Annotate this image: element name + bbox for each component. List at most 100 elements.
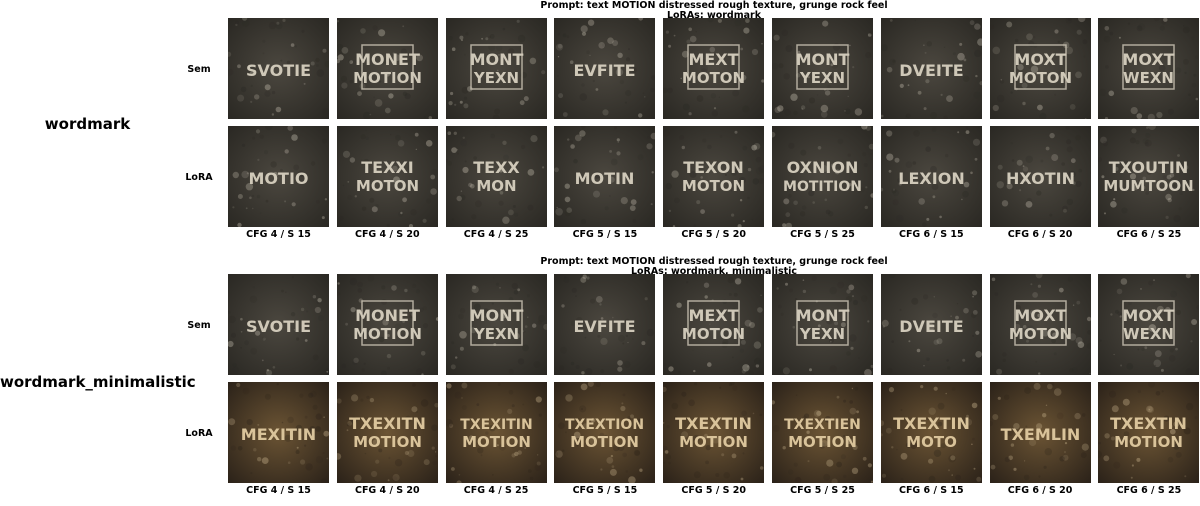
image-text-line: MEXT	[689, 306, 739, 325]
sample-image: DVEITE	[880, 274, 982, 375]
image-text-line: MUMTOON	[1104, 177, 1194, 195]
sample-image: MOXT WEXN	[1098, 18, 1200, 119]
sample-image: MOTIN	[554, 126, 656, 227]
image-text-line: WEXN	[1123, 69, 1174, 87]
sample-image: MONT YEXN	[445, 18, 547, 119]
sample-image: MOXT WEXN	[1098, 274, 1200, 375]
sample-image: SVOTIE	[228, 18, 329, 119]
image-text-line: MONT	[469, 306, 523, 325]
image-text-line: MEXT	[689, 50, 739, 69]
sample-image: TXEXTION MOTION	[554, 382, 656, 483]
sample-image: MEXITIN	[228, 382, 329, 483]
image-text-line: TXOUTIN	[1109, 158, 1189, 177]
image-text-line: MOTO	[906, 433, 957, 451]
image-text-line: YEXN	[799, 69, 845, 87]
column-label: CFG 6 / S 15	[898, 229, 964, 240]
image-text-line: TXEXTIN	[1111, 414, 1188, 433]
image-text-line: LEXION	[898, 169, 964, 188]
image-text-line: MOXT	[1123, 50, 1175, 69]
column-label: CFG 5 / S 20	[681, 229, 746, 240]
image-text-line: MOXT	[1123, 306, 1175, 325]
sample-image: TXEXITN MOTION	[336, 382, 438, 483]
image-text-line: EVFITE	[574, 61, 636, 80]
column-label: CFG 5 / S 25	[790, 485, 855, 496]
group-label: wordmark_minimalistic	[0, 373, 196, 391]
column-label: CFG 6 / S 25	[1116, 229, 1182, 240]
image-text-line: MOTION	[353, 325, 422, 343]
image-text-line: TXEXTION	[565, 417, 644, 433]
image-text-line: MOTON	[682, 69, 745, 87]
image-text-line: MOTON	[1008, 325, 1071, 343]
image-text-line: TXEXTIN	[675, 414, 752, 433]
image-text-line: MOTION	[570, 433, 639, 451]
sample-image: SVOTIE	[228, 274, 329, 375]
column-label: CFG 5 / S 20	[681, 485, 746, 496]
row-label-sem: Sem	[187, 64, 211, 75]
column-label: CFG 4 / S 20	[354, 485, 420, 496]
column-label: CFG 4 / S 20	[354, 229, 420, 240]
group-wordmark_minimalistic: wordmark_minimalistic Prompt: text MOTION…	[0, 256, 1200, 506]
image-text-line: YEXN	[472, 325, 518, 343]
image-text-line: TXEMLIN	[1000, 425, 1080, 444]
image-text-line: TEXXI	[361, 158, 413, 177]
sample-image: EVFITE	[554, 18, 656, 119]
image-text-line: YEXN	[472, 69, 518, 87]
sample-image: TXOUTIN MUMTOON	[1098, 126, 1200, 227]
sample-image: TXEMLIN	[989, 382, 1091, 483]
column-label: CFG 6 / S 20	[1007, 485, 1073, 496]
row-label-lora: LoRA	[185, 428, 213, 439]
image-text-line: MOTON	[682, 177, 745, 195]
column-label: CFG 6 / S 15	[898, 485, 964, 496]
image-text-line: MOTION	[788, 433, 857, 451]
image-text-line: DVEITE	[899, 61, 963, 80]
image-text-line: MOTION	[353, 433, 422, 451]
sample-image: MOXT MOTON	[989, 274, 1091, 375]
column-label: CFG 5 / S 25	[790, 229, 855, 240]
image-text-line: MOTON	[682, 325, 745, 343]
image-text-line: SVOTIE	[246, 317, 311, 336]
sample-image: OXNION MOTITION	[772, 126, 873, 227]
sample-image: MEXT MOTON	[663, 274, 765, 375]
image-text-line: MOXT	[1014, 50, 1066, 69]
image-text-line: TEXX	[473, 158, 520, 177]
image-text-line: TXEXTIN	[893, 414, 970, 433]
sample-image: TXEXTIN MOTO	[880, 382, 982, 483]
sample-image: TEXXI MOTON	[336, 126, 438, 227]
sample-image: TXEXTIEN MOTION	[772, 382, 873, 483]
image-text-line: TXEXITN	[349, 414, 426, 433]
image-text-line: MOTION	[1114, 433, 1183, 451]
column-label: CFG 6 / S 25	[1116, 485, 1182, 496]
row-label-sem: Sem	[187, 320, 211, 331]
group-wordmark: wordmark Prompt: text MOTION distressed r…	[0, 0, 1200, 250]
sample-image: EVFITE	[554, 274, 656, 375]
sample-image: DVEITE	[880, 18, 982, 119]
image-text-line: SVOTIE	[246, 61, 311, 80]
sample-image: TXEXITIN MOTION	[445, 382, 547, 483]
column-label: CFG 4 / S 25	[463, 485, 529, 496]
image-text-line: MONT	[469, 50, 523, 69]
sample-image: MONET MOTION	[336, 18, 438, 119]
sample-image: MONT YEXN	[772, 18, 873, 119]
image-text-line: MONT	[796, 50, 850, 69]
image-text-line: OXNION	[787, 158, 859, 177]
image-text-line: TXEXTIEN	[784, 417, 861, 433]
image-text-line: YEXN	[799, 325, 845, 343]
sample-image: MONT YEXN	[772, 274, 873, 375]
image-text-line: MOXT	[1014, 306, 1066, 325]
image-text-line: MON	[476, 177, 516, 195]
image-text-line: MONET	[355, 50, 420, 69]
column-label: CFG 4 / S 15	[246, 229, 311, 240]
sample-image: MEXT MOTON	[663, 18, 765, 119]
column-label: CFG 6 / S 20	[1007, 229, 1073, 240]
column-label: CFG 5 / S 15	[572, 229, 638, 240]
sample-image: MONT YEXN	[445, 274, 547, 375]
image-text-line: WEXN	[1123, 325, 1174, 343]
column-label: CFG 4 / S 15	[246, 485, 311, 496]
image-text-line: TEXON	[683, 158, 744, 177]
sample-image: TEXON MOTON	[663, 126, 765, 227]
sample-image: MONET MOTION	[336, 274, 438, 375]
image-text-line: MEXITIN	[241, 425, 316, 444]
image-text-line: MOTION	[462, 433, 531, 451]
image-text-line: MOTIO	[249, 169, 309, 188]
sample-image: HXOTIN	[989, 126, 1091, 227]
